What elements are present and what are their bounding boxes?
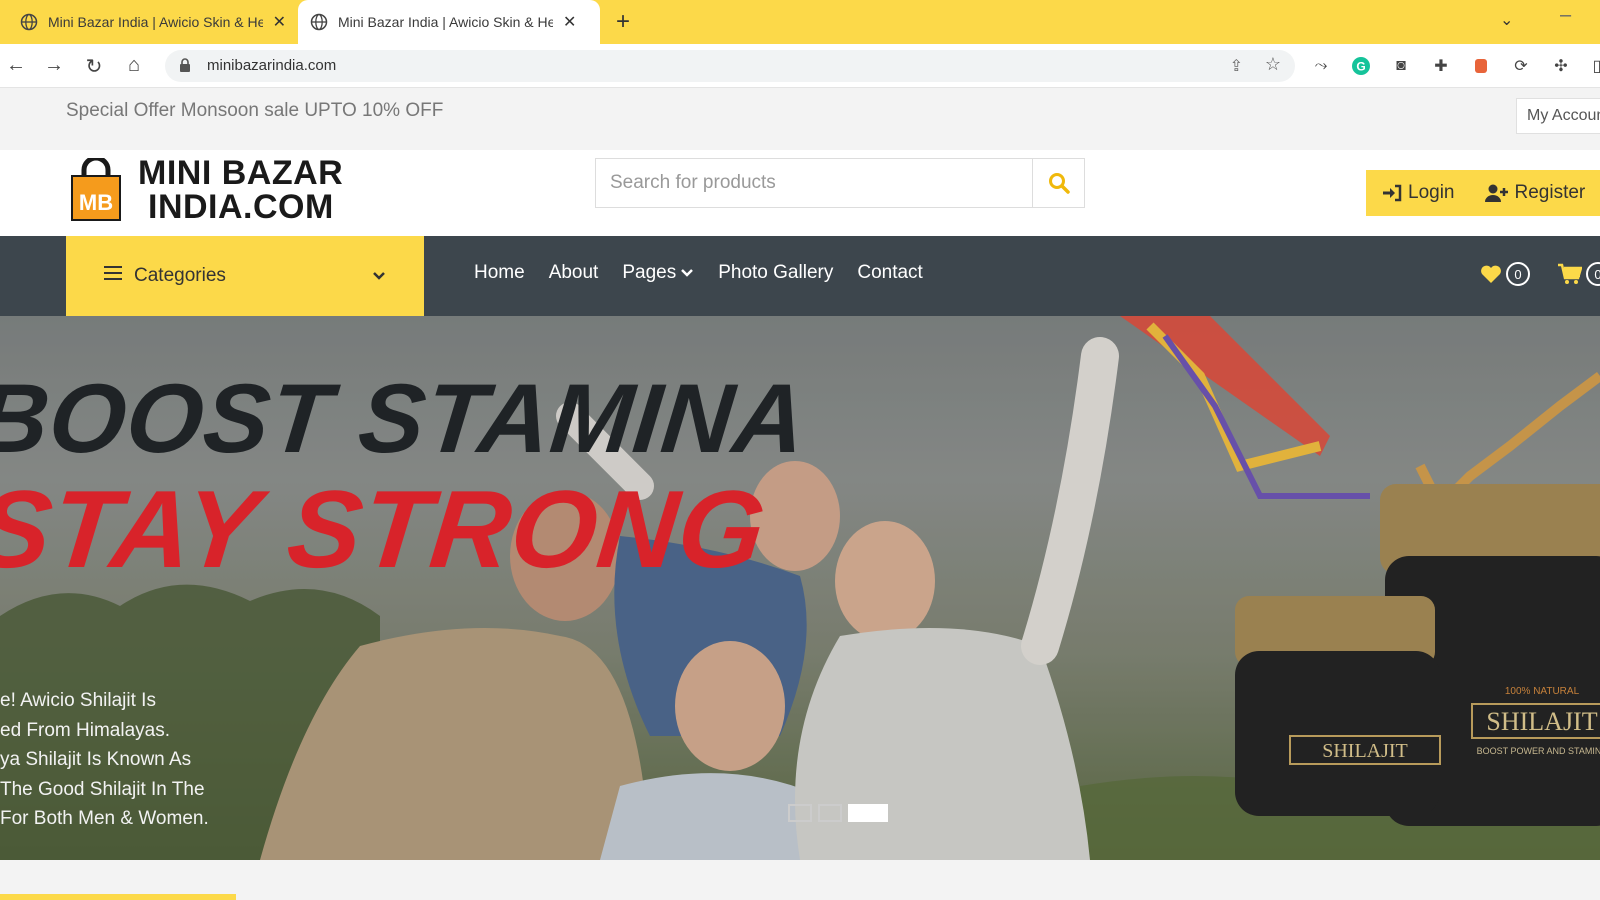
home-icon[interactable]: ⌂ [122,54,146,77]
browser-tab-active[interactable]: Mini Bazar India | Awicio Skin & Health … [298,0,600,44]
top-offer-bar: Special Offer Monsoon sale UPTO 10% OFF … [0,88,1600,150]
chevron-down-icon [372,268,386,284]
nav-links: Home About Pages Photo Gallery Contact [474,262,947,284]
new-tab-icon[interactable]: + [616,8,630,36]
hero-description: e! Awicio Shilajit Is ed From Himalayas.… [0,686,260,834]
tab-title: Mini Bazar India | Awicio Skin & Health [338,14,553,30]
close-icon[interactable]: ✕ [563,12,576,32]
minimize-icon[interactable]: – [1560,4,1571,27]
sign-in-icon [1383,184,1402,202]
address-bar[interactable]: minibazarindia.com ⇪ ☆ [165,50,1295,82]
hero-headline-1: BOOST STAMINA [0,363,812,473]
register-label: Register [1514,182,1586,203]
lock-icon [179,58,191,72]
heart-icon [1481,265,1501,283]
slider-dot[interactable] [818,804,842,822]
nav-link-about[interactable]: About [549,262,599,284]
logo-line-2: INDIA.COM [148,188,334,226]
site-logo[interactable]: MB MINI BAZAR INDIA.COM [70,155,343,224]
search-icon [1048,173,1070,194]
logo-wordmark: MINI BAZAR INDIA.COM [138,156,343,224]
share-icon[interactable]: ⇪ [1230,56,1243,76]
tab-title: Mini Bazar India | Awicio Skin & Health [48,14,263,30]
logo-line-1: MINI BAZAR [138,154,344,192]
nav-link-photo-gallery[interactable]: Photo Gallery [718,262,833,284]
hero-headline-2: STAY STRONG [0,468,772,591]
slider-dot[interactable] [788,804,812,822]
chevron-down-icon [681,269,694,277]
chevron-down-icon[interactable]: ⌄ [1500,10,1513,30]
nav-icons: 0 0 [1480,262,1600,286]
register-link[interactable]: Register [1484,182,1586,204]
globe-icon [310,13,328,31]
puzzle-icon[interactable]: ✣ [1550,55,1572,77]
globe-icon [20,13,38,31]
nav-link-contact[interactable]: Contact [857,262,922,284]
site-header: MB MINI BAZAR INDIA.COM Login Register [0,150,1600,236]
hero-description-line: ed From Himalayas. [0,719,170,741]
search-input[interactable] [596,159,1032,207]
menu-icon [104,265,122,287]
browser-tab[interactable]: Mini Bazar India | Awicio Skin & Health … [8,0,298,44]
camera-icon[interactable]: ◙ [1390,55,1412,77]
nav-link-pages-label: Pages [622,262,677,283]
slider-indicators [788,804,894,822]
nav-link-pages[interactable]: Pages [622,262,694,284]
grammarly-icon[interactable]: G [1350,55,1372,77]
section-accent-bar [0,894,236,900]
back-icon[interactable]: ← [4,54,28,77]
cart-button[interactable]: 0 [1558,262,1600,286]
product-search [595,158,1085,208]
offer-text: Special Offer Monsoon sale UPTO 10% OFF [66,100,444,121]
hero-description-line: The Good Shilajit In The [0,778,205,800]
bookmark-star-icon[interactable]: ☆ [1265,54,1281,75]
sidebar-icon[interactable]: ▯ [1586,55,1600,77]
browser-tab-strip: Mini Bazar India | Awicio Skin & Health … [0,0,1600,44]
nav-link-home[interactable]: Home [474,262,525,284]
main-navigation: Categories Home About Pages Photo Galler… [0,236,1600,316]
login-label: Login [1408,182,1455,203]
url-text: minibazarindia.com [207,57,337,74]
my-account-dropdown[interactable]: My Account [1516,98,1600,134]
extension-plus-icon[interactable]: ✚ [1430,55,1452,77]
cart-icon [1558,263,1582,284]
svg-text:G: G [1356,60,1365,74]
forward-icon[interactable]: → [42,54,66,77]
hero-description-line: For Both Men & Women. [0,808,209,829]
search-button[interactable] [1032,159,1084,207]
categories-label: Categories [134,265,226,286]
hero-description-line: ya Shilajit Is Known As [0,749,192,770]
hero-slider: SHILAJIT SHILAJIT 100% NATURAL BOOST POW… [0,316,1600,860]
wishlist-count: 0 [1506,262,1530,286]
wishlist-button[interactable]: 0 [1480,262,1530,286]
hero-description-line: e! Awicio Shilajit Is [0,690,156,711]
below-fold-section [0,860,1600,900]
cart-count: 0 [1586,262,1600,286]
sync-icon[interactable]: ⟳ [1510,55,1532,77]
auth-box: Login Register [1366,170,1600,216]
slider-dot-active[interactable] [848,804,888,822]
user-plus-icon [1484,184,1508,202]
browser-toolbar: ← → ↻ ⌂ minibazarindia.com ⇪ ☆ ⤳ G ◙ ✚ ⟳… [0,44,1600,88]
login-link[interactable]: Login [1382,182,1455,204]
extension-icon[interactable]: ⤳ [1310,55,1332,77]
shopping-bag-logo-icon: MB [70,155,132,222]
extension-icon[interactable] [1470,55,1492,77]
close-icon[interactable]: ✕ [273,12,286,32]
logo-badge-text: MB [79,190,113,215]
categories-dropdown[interactable]: Categories [66,236,424,316]
reload-icon[interactable]: ↻ [82,54,106,79]
